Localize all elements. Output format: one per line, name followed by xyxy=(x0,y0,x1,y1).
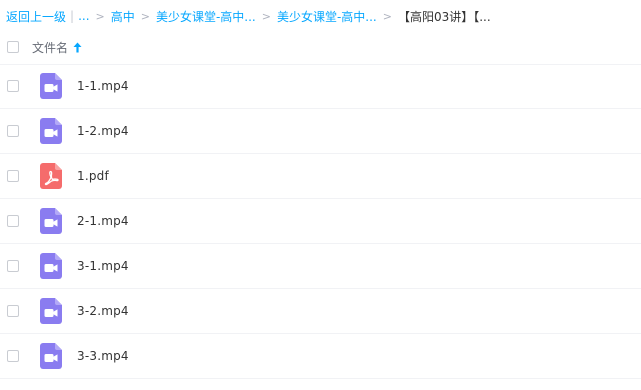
file-checkbox[interactable] xyxy=(7,260,19,272)
breadcrumb-current: 【高阳03讲】【... xyxy=(397,9,491,24)
file-name[interactable]: 1.pdf xyxy=(77,169,109,183)
chevron-right-icon: > xyxy=(261,9,271,23)
file-checkbox[interactable] xyxy=(7,80,19,92)
select-all-checkbox[interactable] xyxy=(7,41,19,53)
video-file-icon xyxy=(40,208,62,234)
arrow-up-icon[interactable] xyxy=(73,42,82,53)
table-header: 文件名 xyxy=(0,30,641,65)
file-row[interactable]: 3-3.mp4 xyxy=(0,334,641,379)
file-row[interactable]: 3-1.mp4 xyxy=(0,244,641,289)
file-row[interactable]: 3-2.mp4 xyxy=(0,289,641,334)
column-header-label: 文件名 xyxy=(32,40,69,55)
breadcrumb-item-1[interactable]: 高中 xyxy=(111,8,135,25)
video-file-icon xyxy=(40,118,62,144)
breadcrumb-item-2[interactable]: 美少女课堂-高中... xyxy=(156,8,256,25)
pdf-file-icon xyxy=(40,163,62,189)
file-row[interactable]: 1-2.mp4 xyxy=(0,109,641,154)
breadcrumb-divider: | xyxy=(70,9,75,23)
video-file-icon xyxy=(40,298,62,324)
breadcrumb-item-3[interactable]: 美少女课堂-高中... xyxy=(277,8,377,25)
file-name[interactable]: 1-2.mp4 xyxy=(77,124,129,138)
video-file-icon xyxy=(40,253,62,279)
back-link[interactable]: 返回上一级 xyxy=(6,8,66,25)
file-checkbox[interactable] xyxy=(7,215,19,227)
file-list: 1-1.mp4 1-2.mp4 1.pdf 2-1.mp4 3-1.mp4 3-… xyxy=(0,64,641,379)
file-checkbox[interactable] xyxy=(7,170,19,182)
file-name[interactable]: 2-1.mp4 xyxy=(77,214,129,228)
file-checkbox[interactable] xyxy=(7,350,19,362)
breadcrumb: 返回上一级 | ... > 高中 > 美少女课堂-高中... > 美少女课堂-高… xyxy=(6,6,491,26)
chevron-right-icon: > xyxy=(382,9,392,23)
file-name[interactable]: 3-3.mp4 xyxy=(77,349,129,363)
chevron-right-icon: > xyxy=(95,9,105,23)
file-checkbox[interactable] xyxy=(7,125,19,137)
video-file-icon xyxy=(40,343,62,369)
chevron-right-icon: > xyxy=(140,9,150,23)
file-row[interactable]: 2-1.mp4 xyxy=(0,199,641,244)
video-file-icon xyxy=(40,73,62,99)
file-name[interactable]: 3-1.mp4 xyxy=(77,259,129,273)
file-name[interactable]: 3-2.mp4 xyxy=(77,304,129,318)
breadcrumb-ellipsis[interactable]: ... xyxy=(78,9,89,23)
file-row[interactable]: 1-1.mp4 xyxy=(0,64,641,109)
file-checkbox[interactable] xyxy=(7,305,19,317)
file-row[interactable]: 1.pdf xyxy=(0,154,641,199)
file-name[interactable]: 1-1.mp4 xyxy=(77,79,129,93)
column-header-name[interactable]: 文件名 xyxy=(32,39,82,56)
